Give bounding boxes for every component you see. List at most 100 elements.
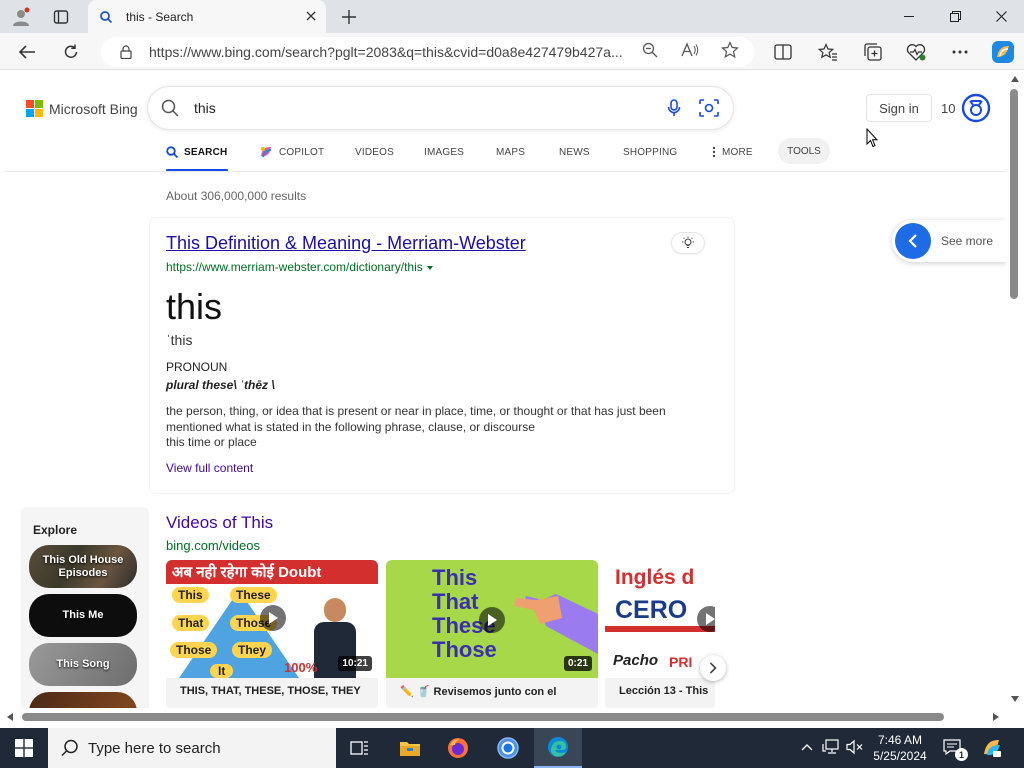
horizontal-scrollbar[interactable] xyxy=(0,708,1006,728)
video-duration: 10:21 xyxy=(338,656,372,671)
lock-icon[interactable] xyxy=(117,43,135,61)
see-more-label: See more xyxy=(941,234,994,248)
scope-search[interactable]: SEARCH xyxy=(166,143,227,161)
minimize-icon[interactable] xyxy=(886,0,932,33)
visual-search-icon[interactable] xyxy=(699,99,719,117)
scroll-down-arrow-icon[interactable] xyxy=(1010,695,1020,703)
scope-copilot[interactable]: COPILOT xyxy=(259,143,324,161)
video-thumbnail[interactable]: Inglés d CERO Pacho PRI xyxy=(605,560,715,678)
restore-icon[interactable] xyxy=(932,0,978,33)
back-icon[interactable] xyxy=(14,39,40,65)
play-icon[interactable] xyxy=(479,607,505,633)
file-explorer-icon[interactable] xyxy=(386,728,434,768)
scope-images-label: IMAGES xyxy=(424,146,465,158)
microphone-icon[interactable] xyxy=(667,99,681,117)
refresh-icon[interactable] xyxy=(58,39,84,65)
thumb-word: PRI xyxy=(669,654,693,670)
browser-toolbar: https://www.bing.com/search?pglt=2083&q=… xyxy=(0,33,1024,70)
video-caption[interactable]: ✏️ 🥤 Revisemos junto con el xyxy=(386,685,598,698)
bing-search-tab-icon xyxy=(98,9,114,25)
scroll-right-arrow-icon[interactable] xyxy=(992,712,1000,722)
copilot-icon[interactable] xyxy=(990,39,1016,65)
scope-maps-label: MAPS xyxy=(496,146,526,158)
profile-icon[interactable] xyxy=(10,6,32,28)
volume-muted-icon[interactable] xyxy=(846,738,864,756)
taskbar-search-box[interactable]: Type here to search xyxy=(48,728,336,768)
video-card[interactable]: अब नही रहेगा कोई Doubt This These That T… xyxy=(166,560,378,708)
vertical-scroll-thumb[interactable] xyxy=(1010,89,1018,299)
browser-essentials-icon[interactable] xyxy=(905,41,927,63)
view-full-content-link[interactable]: View full content xyxy=(166,461,253,475)
play-icon[interactable] xyxy=(260,605,286,631)
result-url[interactable]: https://www.merriam-webster.com/dictiona… xyxy=(166,260,433,274)
vertical-scrollbar[interactable] xyxy=(1006,71,1024,708)
scope-search-label: SEARCH xyxy=(184,146,228,158)
collections-icon[interactable] xyxy=(862,41,884,63)
settings-more-icon[interactable] xyxy=(949,41,971,63)
video-card[interactable]: This That These Those 0:21 ✏️ 🥤 Revisemo… xyxy=(386,560,598,708)
url-options-icon[interactable] xyxy=(426,265,433,270)
zoom-out-icon[interactable] xyxy=(641,41,659,59)
scroll-left-arrow-icon[interactable] xyxy=(6,712,14,722)
header-divider xyxy=(4,171,1006,172)
lightbulb-icon[interactable] xyxy=(672,233,704,253)
videos-source[interactable]: bing.com/videos xyxy=(166,538,260,553)
scroll-up-arrow-icon[interactable] xyxy=(1010,75,1020,83)
search-icon[interactable] xyxy=(160,98,180,118)
thumb-word: Those xyxy=(432,637,497,662)
explore-item[interactable]: This Song xyxy=(29,643,137,686)
close-tab-icon[interactable] xyxy=(306,10,316,24)
scope-shopping[interactable]: SHOPPING xyxy=(623,143,677,161)
tab-actions-icon[interactable] xyxy=(50,6,72,28)
rewards-icon[interactable] xyxy=(961,93,991,123)
explore-item[interactable]: This Me xyxy=(29,594,137,637)
explore-item[interactable]: This Old House Episodes xyxy=(29,545,137,588)
close-window-icon[interactable] xyxy=(978,0,1024,33)
next-videos-chevron-icon[interactable] xyxy=(700,655,726,681)
horizontal-scroll-thumb[interactable] xyxy=(22,713,944,721)
videos-section-title[interactable]: Videos of This xyxy=(166,513,273,533)
url-text[interactable]: https://www.bing.com/search?pglt=2083&q=… xyxy=(149,44,631,60)
bing-logo-text: Microsoft Bing xyxy=(49,100,138,117)
split-screen-icon[interactable] xyxy=(772,41,794,63)
video-card[interactable]: Inglés d CERO Pacho PRI Lección 13 - Thi… xyxy=(605,560,715,708)
search-scope-icon xyxy=(166,146,178,158)
tools-button[interactable]: TOOLS xyxy=(778,138,830,164)
network-icon[interactable] xyxy=(822,738,840,756)
task-view-icon[interactable] xyxy=(336,728,384,768)
scope-maps[interactable]: MAPS xyxy=(496,143,525,161)
explore-item-label: This Old House Episodes xyxy=(42,553,124,579)
scope-images[interactable]: IMAGES xyxy=(424,143,464,161)
start-button[interactable] xyxy=(0,728,48,768)
video-caption[interactable]: THIS, THAT, THESE, THOSE, THEY xyxy=(166,685,378,697)
bing-logo[interactable]: Microsoft Bing xyxy=(26,100,138,117)
definition-line: the person, thing, or idea that is prese… xyxy=(166,404,666,434)
favorite-star-icon[interactable] xyxy=(721,41,739,59)
sign-in-button[interactable]: Sign in xyxy=(866,94,932,122)
tab-active[interactable]: this - Search xyxy=(88,0,326,33)
scope-more[interactable]: MORE xyxy=(712,143,753,161)
scope-videos-label: VIDEOS xyxy=(355,146,394,158)
explore-item[interactable] xyxy=(29,692,137,708)
rewards-count[interactable]: 10 xyxy=(941,101,955,116)
search-box[interactable]: this xyxy=(148,87,733,129)
firefox-icon[interactable] xyxy=(434,728,482,768)
new-tab-icon[interactable] xyxy=(338,6,360,28)
see-more-button[interactable]: See more xyxy=(892,220,1006,262)
result-title-link[interactable]: This Definition & Meaning - Merriam-Webs… xyxy=(166,233,526,254)
chrome-icon[interactable] xyxy=(484,728,532,768)
edge-icon[interactable] xyxy=(534,728,582,768)
video-caption[interactable]: Lección 13 - This xyxy=(605,685,715,697)
favorites-icon[interactable] xyxy=(817,41,839,63)
read-aloud-icon[interactable] xyxy=(681,41,699,59)
scope-videos[interactable]: VIDEOS xyxy=(355,143,394,161)
taskbar-clock[interactable]: 7:46 AM 5/25/2024 xyxy=(868,732,932,764)
scope-news[interactable]: NEWS xyxy=(559,143,590,161)
search-input[interactable]: this xyxy=(194,100,667,116)
copilot-scope-icon xyxy=(261,147,272,158)
show-hidden-icons-chevron-icon[interactable] xyxy=(798,738,816,756)
video-thumbnail[interactable]: This That These Those 0:21 xyxy=(386,560,598,678)
copilot-taskbar-icon[interactable] xyxy=(980,736,1004,760)
video-thumbnail[interactable]: अब नही रहेगा कोई Doubt This These That T… xyxy=(166,560,378,678)
definition-text: the person, thing, or idea that is prese… xyxy=(166,404,706,451)
